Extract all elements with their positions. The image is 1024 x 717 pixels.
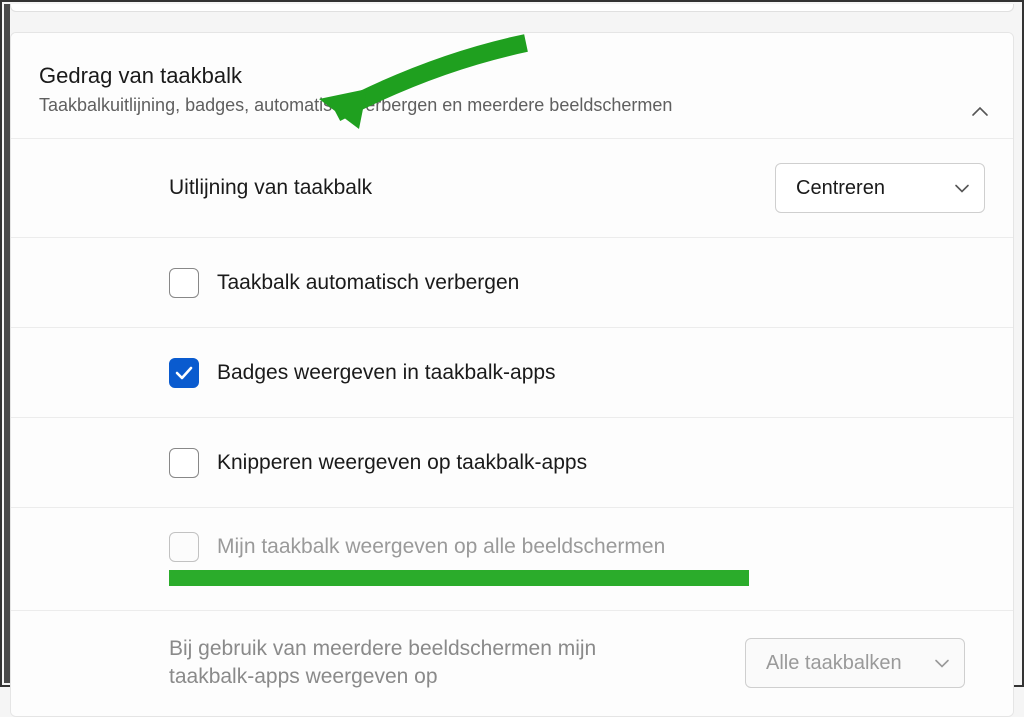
autohide-checkbox[interactable] xyxy=(169,268,199,298)
allmonitors-label: Mijn taakbalk weergeven op alle beeldsch… xyxy=(217,535,665,559)
chevron-down-icon xyxy=(954,177,970,200)
badges-row: Badges weergeven in taakbalk-apps xyxy=(11,327,1013,417)
flash-checkbox[interactable] xyxy=(169,448,199,478)
section-subtitle: Taakbalkuitlijning, badges, automatisch … xyxy=(39,95,985,116)
multimonitor-label: Bij gebruik van meerdere beeldschermen m… xyxy=(169,635,599,692)
allmonitors-checkbox xyxy=(169,532,199,562)
section-title: Gedrag van taakbalk xyxy=(39,63,985,89)
section-header[interactable]: Gedrag van taakbalk Taakbalkuitlijning, … xyxy=(11,33,1013,138)
autohide-label: Taakbalk automatisch verbergen xyxy=(217,271,519,295)
taskbar-behavior-panel: Gedrag van taakbalk Taakbalkuitlijning, … xyxy=(10,32,1014,717)
alignment-dropdown[interactable]: Centreren xyxy=(775,163,985,213)
flash-label: Knipperen weergeven op taakbalk-apps xyxy=(217,451,587,475)
previous-panel-bottom xyxy=(10,4,1014,12)
chevron-down-icon xyxy=(934,652,950,675)
flash-row: Knipperen weergeven op taakbalk-apps xyxy=(11,417,1013,507)
alignment-row: Uitlijning van taakbalk Centreren xyxy=(11,138,1013,237)
badges-label: Badges weergeven in taakbalk-apps xyxy=(217,361,556,385)
multimonitor-selected: Alle taakbalken xyxy=(766,652,902,675)
chevron-up-icon[interactable] xyxy=(971,105,989,123)
alignment-label: Uitlijning van taakbalk xyxy=(169,176,372,200)
annotation-highlight xyxy=(169,570,749,586)
multimonitor-row: Bij gebruik van meerdere beeldschermen m… xyxy=(11,610,1013,716)
alignment-selected: Centreren xyxy=(796,177,885,200)
allmonitors-row: Mijn taakbalk weergeven op alle beeldsch… xyxy=(11,507,1013,610)
multimonitor-dropdown: Alle taakbalken xyxy=(745,638,965,688)
badges-checkbox[interactable] xyxy=(169,358,199,388)
autohide-row: Taakbalk automatisch verbergen xyxy=(11,237,1013,327)
